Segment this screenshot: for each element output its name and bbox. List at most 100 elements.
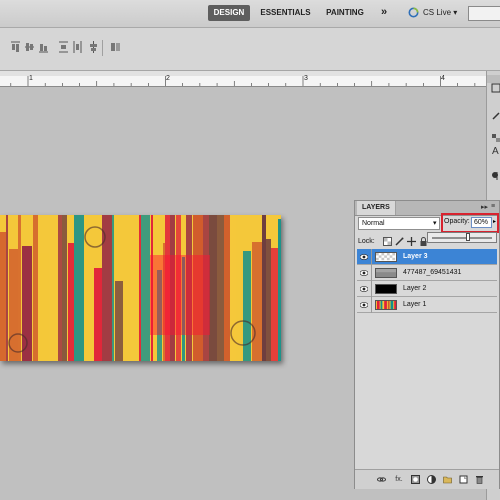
ruler-number: 2 <box>166 75 170 82</box>
artwork-stripe <box>131 270 138 361</box>
layers-panel-footer: fx. <box>355 469 499 489</box>
eye-visibility-icon[interactable] <box>360 302 368 308</box>
options-divider <box>102 40 103 56</box>
artwork-stripe <box>141 215 150 361</box>
new-layer-icon[interactable] <box>459 475 468 484</box>
svg-text:A: A <box>492 146 499 155</box>
cs-live-swirl-icon <box>408 7 419 18</box>
artwork-stripe <box>124 284 131 361</box>
more-workspaces-button[interactable]: » <box>377 5 391 21</box>
artwork-stripe <box>39 253 49 361</box>
artwork-stripe <box>115 281 123 361</box>
blend-mode-select[interactable]: Normal ▾ <box>358 217 440 230</box>
align-bottom-icon[interactable] <box>38 40 49 54</box>
distribute-horizontal-icon[interactable] <box>72 40 83 54</box>
artwork-stripe <box>224 215 230 361</box>
artwork-stripe <box>266 239 271 361</box>
layer-name: 477487_69451431 <box>403 269 462 276</box>
artwork-stripe <box>0 232 6 361</box>
distribute-center-icon[interactable] <box>88 40 99 54</box>
blend-mode-value: Normal <box>362 220 385 227</box>
options-bar <box>0 28 500 71</box>
adjustment-icon[interactable] <box>427 475 436 484</box>
eye-visibility-icon[interactable] <box>360 286 368 292</box>
layer-row[interactable]: 477487_69451431 <box>357 265 497 281</box>
lock-label: Lock: <box>358 238 375 245</box>
layer-thumbnail <box>375 284 397 294</box>
swatches-icon[interactable] <box>491 133 500 143</box>
artwork-stripe <box>62 215 67 361</box>
ruler-number: 3 <box>304 75 308 82</box>
collapse-panel-icon[interactable]: ▸▸ <box>481 203 488 211</box>
history-icon[interactable] <box>491 83 500 93</box>
document-artwork[interactable] <box>0 215 281 361</box>
align-top-icon[interactable] <box>10 40 21 54</box>
brush-icon[interactable] <box>491 111 500 121</box>
layers-tab[interactable]: LAYERS <box>357 201 396 215</box>
artwork-stripe <box>94 268 102 361</box>
artwork-stripe <box>50 215 58 361</box>
mask-icon[interactable] <box>411 475 420 484</box>
lock-all-icon[interactable] <box>419 237 428 246</box>
panel-menu-icon[interactable]: ≡ <box>491 203 495 210</box>
link-icon[interactable] <box>377 475 386 484</box>
layer-thumbnail <box>375 268 397 278</box>
artwork-stripe <box>209 215 217 361</box>
eye-visibility-icon[interactable] <box>360 270 368 276</box>
row-divider <box>371 249 372 265</box>
artwork-stripe <box>33 215 38 361</box>
layer-row[interactable]: Layer 2 <box>357 281 497 297</box>
group-icon[interactable] <box>443 475 452 484</box>
dock-header <box>487 75 500 83</box>
artwork-stripe <box>58 215 62 361</box>
layer-list: Layer 3 477487_69451431 Layer 2 Layer 1 <box>357 249 497 315</box>
lock-position-icon[interactable] <box>407 237 416 246</box>
opacity-input[interactable]: 60% <box>471 217 492 228</box>
artwork-stripe <box>112 215 114 361</box>
workspace-bar: DESIGN ESSENTIALS PAINTING » CS Live ▾ <box>0 0 500 28</box>
opacity-label: Opacity: <box>444 218 470 225</box>
layer-thumbnail <box>375 252 397 262</box>
artwork-stripe <box>6 215 8 361</box>
artwork-stripe <box>139 215 141 361</box>
artwork-stripe <box>217 215 224 361</box>
auto-align-icon[interactable] <box>110 40 121 54</box>
opacity-dropdown-icon[interactable]: ▸ <box>493 218 496 225</box>
ruler-number: 1 <box>29 75 33 82</box>
layer-name: Layer 1 <box>403 301 427 308</box>
artwork-stripe <box>18 215 21 361</box>
search-input[interactable] <box>468 6 500 21</box>
chevron-down-icon: ▾ <box>433 220 437 227</box>
eye-visibility-icon[interactable] <box>360 254 368 260</box>
ruler-ticks <box>10 76 476 86</box>
artwork-stripe <box>278 219 281 361</box>
cs-live-button[interactable]: CS Live ▾ <box>423 5 457 21</box>
row-divider <box>371 265 372 281</box>
layer-row[interactable]: Layer 3 <box>357 249 497 265</box>
ruler-number: 4 <box>441 75 445 82</box>
row-divider <box>371 297 372 313</box>
layer-name: Layer 2 <box>403 285 427 292</box>
lock-transparent-pixels-icon[interactable] <box>383 237 392 246</box>
artwork-stripe <box>68 243 74 361</box>
distribute-icon[interactable] <box>58 40 69 54</box>
artwork-stripe <box>74 215 84 361</box>
character-icon[interactable]: A <box>491 145 500 155</box>
layer-thumbnail <box>375 300 397 310</box>
artwork-stripe <box>237 215 242 361</box>
workspace-essentials-button[interactable]: ESSENTIALS <box>256 5 315 21</box>
layer-name: Layer 3 <box>403 253 428 260</box>
fx-icon[interactable]: fx. <box>393 475 405 484</box>
workspace-design-button[interactable]: DESIGN <box>208 5 250 21</box>
opacity-slider-thumb[interactable] <box>466 233 470 241</box>
opacity-slider[interactable] <box>427 232 497 243</box>
horizontal-ruler: 1 2 3 4 <box>0 75 486 87</box>
layer-row[interactable]: Layer 1 <box>357 297 497 313</box>
trash-icon[interactable] <box>475 475 484 484</box>
paragraph-icon[interactable] <box>491 171 500 181</box>
workspace-painting-button[interactable]: PAINTING <box>322 5 368 21</box>
layers-panel: LAYERS ▸▸ ≡ Normal ▾ Opacity: 60% ▸ Lock… <box>354 200 500 489</box>
opacity-slider-track <box>432 237 492 239</box>
lock-image-pixels-icon[interactable] <box>395 237 404 246</box>
align-middle-icon[interactable] <box>24 40 35 54</box>
